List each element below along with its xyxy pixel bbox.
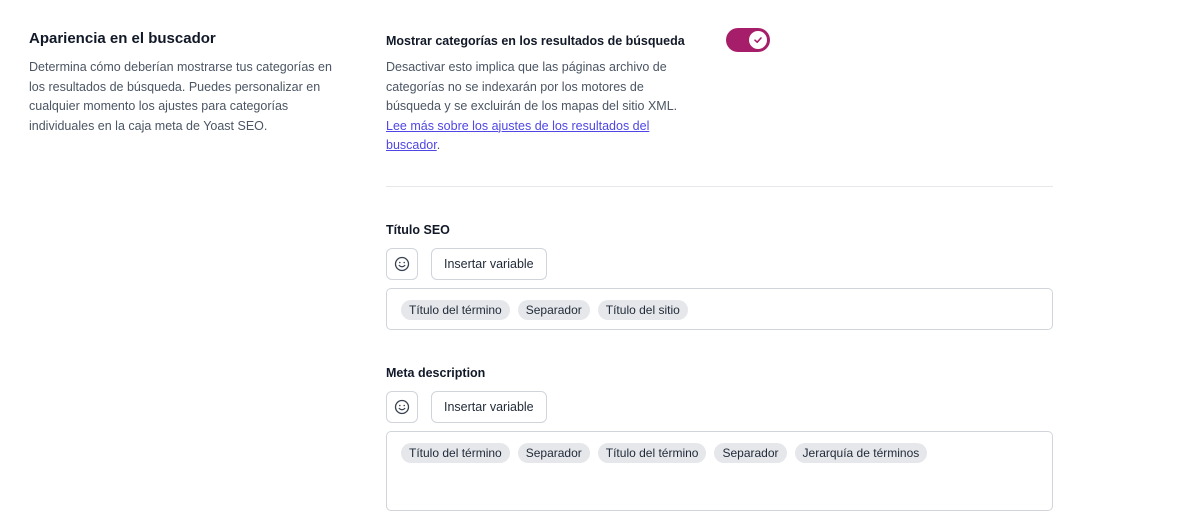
toggle-description: Desactivar esto implica que las páginas … <box>386 58 696 156</box>
variable-tag: Separador <box>517 443 590 463</box>
variable-tag: Jerarquía de términos <box>794 443 928 463</box>
show-categories-setting: Mostrar categorías en los resultados de … <box>386 28 1053 191</box>
variable-tag: Título del término <box>401 443 510 463</box>
section-divider <box>386 186 1053 187</box>
smiley-icon <box>394 399 410 415</box>
variable-tag: Separador <box>517 300 590 320</box>
toggle-description-text: Desactivar esto implica que las páginas … <box>386 60 678 113</box>
meta-description-tools: Insertar variable <box>386 391 1053 423</box>
seo-title-editor[interactable]: Título del término Separador Título del … <box>386 288 1053 330</box>
seo-title-insert-variable-button[interactable]: Insertar variable <box>431 248 547 280</box>
toggle-title: Mostrar categorías en los resultados de … <box>386 34 685 48</box>
check-icon <box>754 37 762 43</box>
meta-description-field: Meta description Insertar variable Títul… <box>386 365 1053 511</box>
toggle-knob <box>749 31 767 49</box>
section-intro: Apariencia en el buscador Determina cómo… <box>29 29 339 136</box>
smiley-icon <box>394 256 410 272</box>
meta-description-insert-variable-button[interactable]: Insertar variable <box>431 391 547 423</box>
seo-title-emoji-button[interactable] <box>386 248 418 280</box>
show-categories-toggle[interactable] <box>726 28 770 52</box>
meta-description-editor[interactable]: Título del término Separador Título del … <box>386 431 1053 511</box>
variable-tag: Título del término <box>401 300 510 320</box>
section-description: Determina cómo deberían mostrarse tus ca… <box>29 60 332 133</box>
meta-description-label: Meta description <box>386 366 486 380</box>
variable-tag: Separador <box>714 443 787 463</box>
section-title: Apariencia en el buscador <box>29 30 216 47</box>
toggle-description-end: . <box>436 138 441 152</box>
section-fields: Mostrar categorías en los resultados de … <box>386 28 1053 511</box>
settings-page: Apariencia en el buscador Determina cómo… <box>0 0 1181 524</box>
seo-title-label: Título SEO <box>386 223 450 237</box>
seo-title-field: Título SEO Insertar variable Título del … <box>386 222 1053 330</box>
meta-description-emoji-button[interactable] <box>386 391 418 423</box>
seo-title-tools: Insertar variable <box>386 248 1053 280</box>
learn-more-link[interactable]: Lee más sobre los ajustes de los resulta… <box>386 119 649 153</box>
variable-tag: Título del sitio <box>597 300 688 320</box>
variable-tag: Título del término <box>597 443 707 463</box>
